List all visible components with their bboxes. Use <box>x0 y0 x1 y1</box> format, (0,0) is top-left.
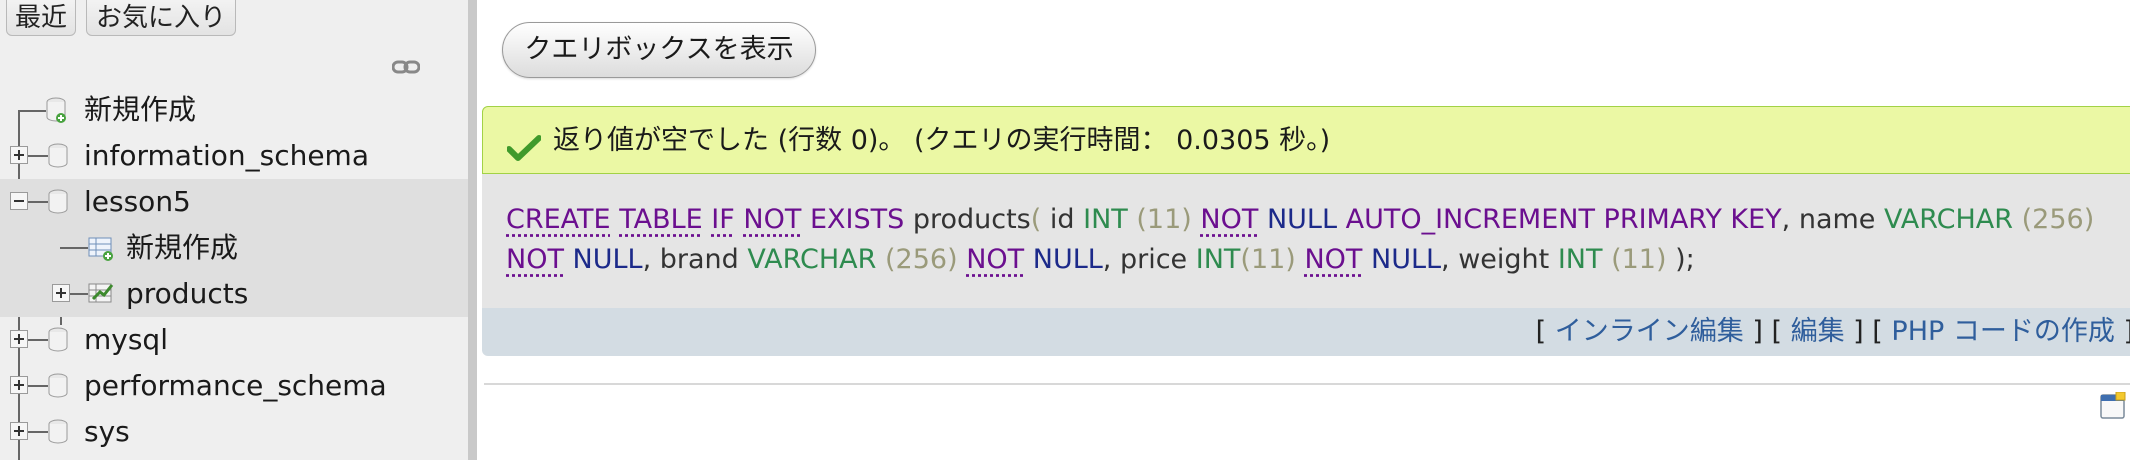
database-icon <box>48 419 68 445</box>
sql-token[interactable]: NOT <box>966 244 1024 275</box>
sql-token: id <box>1050 204 1075 235</box>
tree-branch-line <box>28 201 48 203</box>
sql-token: products <box>913 204 1031 235</box>
bracket: ] <box>2115 316 2130 347</box>
tree-item-label: lesson5 <box>84 179 191 225</box>
tab-favorites[interactable]: お気に入り <box>86 0 236 36</box>
tree-branch-line <box>28 431 48 433</box>
tree-item-new-label: 新規作成 <box>84 87 196 133</box>
sql-token: (11) <box>1240 244 1295 275</box>
divider <box>484 383 2130 385</box>
sql-token: , name <box>1782 204 1876 235</box>
edit-link[interactable]: 編集 <box>1791 316 1845 347</box>
tree-item-products[interactable]: products <box>0 271 468 317</box>
sql-token: (11) <box>1611 244 1666 275</box>
link-icon[interactable] <box>392 60 420 74</box>
sql-token: , brand <box>643 244 739 275</box>
sql-token: VARCHAR <box>747 244 876 275</box>
bracket: [ <box>1536 316 1555 347</box>
tree-item-mysql[interactable]: mysql <box>0 317 468 363</box>
sql-token: INT <box>1196 244 1241 275</box>
sql-token[interactable]: CREATE <box>506 204 611 235</box>
tree-item-lesson5[interactable]: lesson5 <box>0 179 468 225</box>
sql-query-display: CREATE TABLE IF NOT EXISTS products( id … <box>482 174 2130 308</box>
sql-token: INT <box>1558 244 1603 275</box>
sql-token[interactable]: NOT <box>1304 244 1362 275</box>
new-table-icon <box>88 235 114 261</box>
tree-branch-line <box>70 293 88 295</box>
sql-token: , price <box>1103 244 1187 275</box>
query-action-bar: [ インライン編集 ] [ 編集 ] [ PHP コードの作成 ] <box>482 308 2130 356</box>
sql-token[interactable]: NOT <box>743 204 801 235</box>
expand-icon[interactable] <box>52 284 70 302</box>
bracket: ] [ <box>1845 316 1892 347</box>
tree-item-label: performance_schema <box>84 363 387 409</box>
inline-edit-link[interactable]: インライン編集 <box>1555 316 1744 347</box>
sql-token: AUTO_INCREMENT PRIMARY KEY <box>1346 204 1782 235</box>
tree-item-lesson5-new[interactable]: 新規作成 <box>0 225 468 271</box>
tree-item-information-schema[interactable]: information_schema <box>0 133 468 179</box>
check-icon <box>507 135 541 161</box>
sql-token: , weight <box>1441 244 1549 275</box>
expand-icon[interactable] <box>10 422 28 440</box>
sql-token[interactable]: NOT <box>506 244 564 275</box>
tree-item-label: information_schema <box>84 133 369 179</box>
sql-token: NULL <box>1033 244 1103 275</box>
tree-item-sys[interactable]: sys <box>0 409 468 455</box>
show-query-box-button[interactable]: クエリボックスを表示 <box>502 22 816 78</box>
tree-item-label: products <box>126 271 248 317</box>
tree-item-new[interactable]: 新規作成 <box>0 87 468 133</box>
sql-token[interactable]: NOT <box>1200 204 1258 235</box>
sql-token: VARCHAR <box>1884 204 2013 235</box>
console-icon[interactable] <box>2100 392 2126 420</box>
sql-token: INT <box>1083 204 1128 235</box>
tab-favorites-label: お気に入り <box>96 3 226 33</box>
sql-token: (11) <box>1136 204 1191 235</box>
sidebar-resize-handle[interactable] <box>468 0 477 460</box>
tab-recent[interactable]: 最近 <box>6 0 76 36</box>
collapse-icon[interactable] <box>10 192 28 210</box>
sql-token: (256) <box>2022 204 2095 235</box>
tree-branch-line <box>28 385 48 387</box>
sql-token: NULL <box>1371 244 1441 275</box>
sql-token[interactable]: IF <box>711 204 735 235</box>
sql-token: (256) <box>885 244 958 275</box>
expand-icon[interactable] <box>10 146 28 164</box>
sql-token: EXISTS <box>810 204 904 235</box>
database-icon <box>48 373 68 399</box>
create-php-code-link[interactable]: PHP コードの作成 <box>1891 316 2114 347</box>
database-icon <box>48 143 68 169</box>
tree-item-label: mysql <box>84 317 168 363</box>
tree-branch-line <box>28 155 48 157</box>
tree-branch-line <box>28 339 48 341</box>
sql-token: NULL <box>573 244 643 275</box>
navigation-sidebar: 最近 お気に入り 新規作成 information_schema lesson5… <box>0 0 468 460</box>
bracket: ] [ <box>1744 316 1791 347</box>
tree-branch-line <box>60 247 88 249</box>
table-icon <box>88 281 114 307</box>
sql-token: NULL <box>1267 204 1337 235</box>
success-message-text: 返り値が空でした (行数 0)。 (クエリの実行時間： 0.0305 秒。) <box>553 107 1330 175</box>
sql-token[interactable]: TABLE <box>619 204 703 235</box>
tree-item-performance-schema[interactable]: performance_schema <box>0 363 468 409</box>
new-database-icon <box>46 97 66 123</box>
expand-icon[interactable] <box>10 330 28 348</box>
action-links: [ インライン編集 ] [ 編集 ] [ PHP コードの作成 ] <box>1536 308 2130 356</box>
database-icon <box>48 327 68 353</box>
database-icon <box>48 189 68 215</box>
sql-token: ); <box>1675 244 1695 275</box>
tree-item-label: sys <box>84 409 130 455</box>
sql-token: ( <box>1031 204 1042 235</box>
tree-item-label: 新規作成 <box>126 225 238 271</box>
success-message-box: 返り値が空でした (行数 0)。 (クエリの実行時間： 0.0305 秒。) <box>482 106 2130 174</box>
tab-recent-label: 最近 <box>15 3 67 33</box>
expand-icon[interactable] <box>10 376 28 394</box>
